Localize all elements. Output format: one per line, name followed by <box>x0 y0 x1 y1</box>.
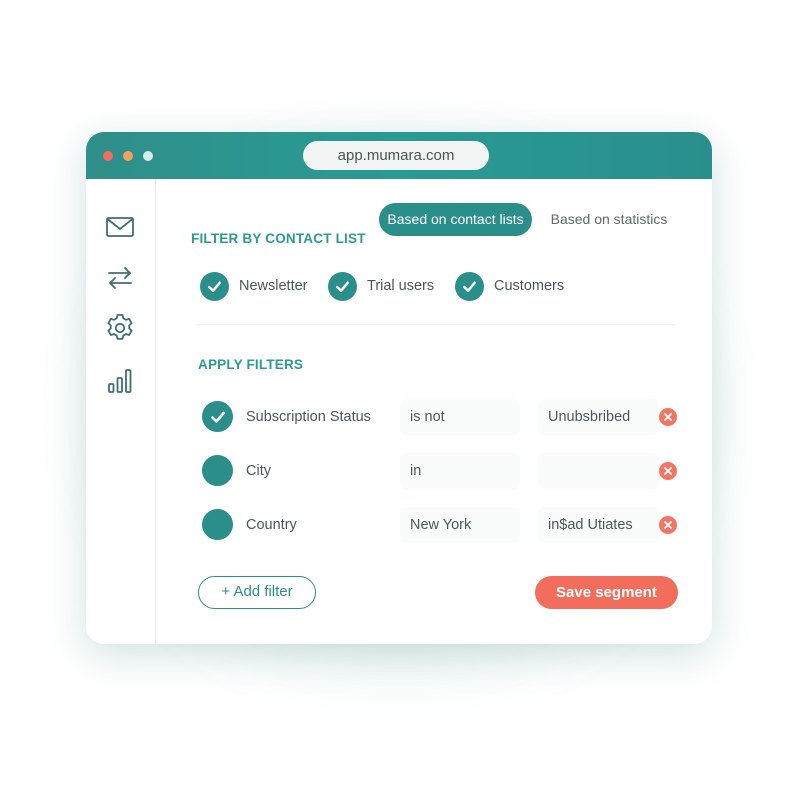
filter-operator[interactable]: New York <box>400 507 520 543</box>
filter-operator[interactable]: is not <box>400 399 520 435</box>
filter-operator[interactable]: in <box>400 453 520 489</box>
address-bar[interactable]: app.mumara.com <box>303 141 489 170</box>
contact-list-trial-users[interactable]: Trial users <box>328 271 434 301</box>
filter-value[interactable]: Unubsbribed <box>538 399 658 435</box>
tab-based-on-contact-lists[interactable]: Based on contact lists <box>379 203 532 236</box>
filter-field[interactable]: Country <box>236 507 386 543</box>
segment-builder: Based on contact lists Based on statisti… <box>156 179 712 644</box>
tab-based-on-statistics[interactable]: Based on statistics <box>540 203 678 236</box>
filter-row-city: City in <box>196 449 678 493</box>
contact-list-customers[interactable]: Customers <box>455 271 564 301</box>
add-filter-button[interactable]: + Add filter <box>198 576 316 609</box>
mail-icon[interactable] <box>104 211 136 243</box>
checkmark-icon <box>200 271 229 301</box>
title-bar: app.mumara.com <box>86 132 712 179</box>
contact-list-label: Customers <box>494 278 565 294</box>
browser-window: app.mumara.com Based on contact lists Ba… <box>86 132 712 644</box>
sidebar <box>86 179 156 644</box>
bar-chart-icon[interactable] <box>104 365 136 397</box>
filter-by-contact-list-title: FILTER BY CONTACT LIST <box>191 231 366 246</box>
swap-arrows-icon[interactable] <box>104 262 136 294</box>
filter-value[interactable]: in$ad Utiates <box>538 507 658 543</box>
filter-field[interactable]: City <box>236 453 386 489</box>
remove-filter-icon[interactable] <box>659 408 677 426</box>
save-segment-button[interactable]: Save segment <box>535 576 678 609</box>
filter-value[interactable] <box>538 453 658 489</box>
checkmark-icon[interactable] <box>202 401 233 432</box>
checkmark-icon <box>455 271 484 301</box>
section-divider <box>196 324 676 325</box>
minimize-window-dot[interactable] <box>123 151 133 161</box>
filter-field[interactable]: Subscription Status <box>236 399 386 435</box>
close-window-dot[interactable] <box>103 151 113 161</box>
remove-filter-icon[interactable] <box>659 516 677 534</box>
filter-row-country: Country New York in$ad Utiates <box>196 503 678 547</box>
gear-icon[interactable] <box>104 312 136 344</box>
filter-toggle-dot[interactable] <box>202 455 233 486</box>
filter-row-subscription-status: Subscription Status is not Unubsbribed <box>196 395 678 439</box>
contact-list-newsletter[interactable]: Newsletter <box>200 271 308 301</box>
contact-list-label: Newsletter <box>239 278 308 294</box>
contact-list-label: Trial users <box>367 278 435 294</box>
checkmark-icon <box>328 271 357 301</box>
filter-toggle-dot[interactable] <box>202 509 233 540</box>
apply-filters-title: APPLY FILTERS <box>198 357 304 372</box>
maximize-window-dot[interactable] <box>143 151 153 161</box>
remove-filter-icon[interactable] <box>659 462 677 480</box>
